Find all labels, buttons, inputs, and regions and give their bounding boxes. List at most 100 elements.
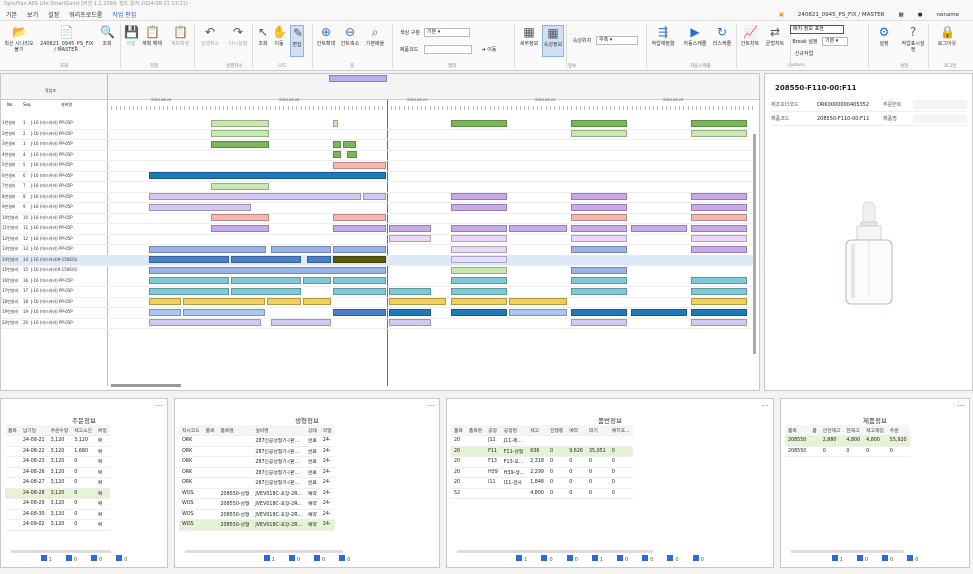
batch-info-button[interactable]: 배치 정보 표현 xyxy=(790,25,844,34)
gantt-job-bar[interactable] xyxy=(571,235,627,242)
save-button[interactable]: 💾 저장 xyxy=(124,25,139,57)
gantt-job-bar[interactable] xyxy=(571,245,627,253)
gantt-job-bar[interactable] xyxy=(451,308,507,316)
gantt-job-bar[interactable] xyxy=(211,140,269,148)
resource-name[interactable]: J-16 (마스카라) PP-05P xyxy=(31,236,105,242)
gantt-job-bar[interactable] xyxy=(389,319,431,326)
plansave-button[interactable]: 📋 계획확정 xyxy=(168,25,192,57)
gantt-v-scrollbar[interactable] xyxy=(753,134,756,354)
gantt-job-bar[interactable] xyxy=(329,75,387,82)
attr-position-select[interactable]: 우측 ▾ xyxy=(596,36,638,45)
gantt-job-bar[interactable] xyxy=(333,277,386,284)
resource-name[interactable]: J-16 (마스카라) PP-05P xyxy=(31,162,105,168)
pager-count[interactable]: 0 xyxy=(566,555,578,563)
column-header[interactable]: 상태 xyxy=(304,425,320,436)
worksel-button[interactable]: ▦ 세부정보 xyxy=(518,25,540,57)
gantt-job-bar[interactable] xyxy=(343,140,356,148)
resource-name[interactable]: J-16 (마스카라) PP-05P xyxy=(31,152,105,158)
go-button[interactable]: ➜ 이동 xyxy=(474,46,504,53)
panel-menu-icon[interactable]: ⋯ xyxy=(957,401,965,410)
column-header[interactable]: 예치포... xyxy=(608,425,633,436)
panel-h-scrollbar[interactable] xyxy=(791,550,904,553)
resource-name[interactable]: J-16 (마스카라) PP-05P xyxy=(31,278,105,284)
table-row[interactable]: 24-08-29 3,120 0 확 xyxy=(5,498,110,510)
gantt-job-bar[interactable] xyxy=(149,193,361,200)
panel-h-scrollbar[interactable] xyxy=(11,550,111,553)
pager-count[interactable]: 0 xyxy=(339,555,350,563)
gantt-job-bar[interactable] xyxy=(691,214,747,221)
gantt-job-bar[interactable] xyxy=(149,172,386,179)
table-row[interactable]: 20 I11 I11-검사 1,848 0 0 0 0 xyxy=(451,477,633,489)
resource-name[interactable]: J-16 (마스카라) PP-05P xyxy=(31,299,105,305)
gantt-job-bar[interactable] xyxy=(509,298,567,305)
gantt-h-scrollbar[interactable] xyxy=(111,384,181,387)
resource-name[interactable]: J-16 (마스카라) PP-05P xyxy=(31,309,105,315)
gantt-job-bar[interactable] xyxy=(211,130,269,137)
resource-name[interactable]: J-16 (마스카라) PP-05P xyxy=(31,173,105,179)
gantt-job-bar[interactable] xyxy=(149,298,181,305)
gantt-job-bar[interactable] xyxy=(363,193,386,200)
gantt-job-bar[interactable] xyxy=(509,308,567,316)
reseq-button[interactable]: ⇶ 작업재정렬 xyxy=(650,25,676,57)
gantt-job-bar[interactable] xyxy=(389,298,446,305)
column-header[interactable]: 품목 xyxy=(202,425,218,436)
pager-count[interactable]: 0 xyxy=(882,555,893,563)
gantt-job-bar[interactable] xyxy=(333,224,386,232)
column-header[interactable]: 지시코드 xyxy=(179,425,203,436)
column-header[interactable]: 진행중 xyxy=(546,425,567,436)
gantt-job-bar[interactable] xyxy=(631,308,687,316)
column-header[interactable]: 품목 xyxy=(451,425,466,436)
gantt-job-bar[interactable] xyxy=(451,193,507,200)
resource-name[interactable]: J-16 (마스카라)9-1506(S) xyxy=(31,257,105,263)
gantt-job-bar[interactable] xyxy=(691,319,747,326)
resource-name[interactable]: J-16 (마스카라) PP-05P xyxy=(31,246,105,252)
gantt-job-bar[interactable] xyxy=(631,224,687,232)
gantt-job-bar[interactable] xyxy=(183,308,265,316)
gantt-job-bar[interactable] xyxy=(691,245,747,253)
menu-view[interactable]: 보기 xyxy=(27,10,38,19)
column-header[interactable]: 품 xyxy=(809,425,820,436)
column-header[interactable]: 품목 xyxy=(5,425,20,436)
balance-button[interactable]: ⇄ 균형차트 xyxy=(764,25,786,57)
pager-count[interactable]: 1 xyxy=(591,555,603,563)
gantt-job-bar[interactable] xyxy=(333,287,386,295)
pager-count[interactable]: 0 xyxy=(541,555,553,563)
column-header[interactable]: 품목명 xyxy=(217,425,253,436)
undo-button[interactable]: ↶ 실행취소 xyxy=(198,25,222,57)
pager-count[interactable]: 1 xyxy=(263,555,275,563)
gantt-job-bar[interactable] xyxy=(451,203,507,211)
help-button[interactable]: ? 작업표시설정 xyxy=(900,25,926,57)
gantt-job-bar[interactable] xyxy=(389,287,431,295)
gantt-job-bar[interactable] xyxy=(149,308,181,316)
break-select[interactable]: 기본 ▾ xyxy=(822,37,848,46)
gantt-job-bar[interactable] xyxy=(333,140,341,148)
menu-job-edit[interactable]: 작업 편집 xyxy=(112,10,136,19)
gantt-job-bar[interactable] xyxy=(211,182,269,190)
table-row[interactable]: ORK 287인공성형기-(판... 완료 24- xyxy=(179,435,335,447)
gantt-job-bar[interactable] xyxy=(571,214,627,221)
gantt-job-bar[interactable] xyxy=(571,193,627,200)
column-header[interactable]: 재고소진 xyxy=(71,425,95,436)
gantt-job-bar[interactable] xyxy=(571,319,627,326)
resource-name[interactable]: J-16 (마스카라) PP-05P xyxy=(31,320,105,326)
gantt-job-bar[interactable] xyxy=(691,277,747,284)
table-row[interactable]: 24-09-02 3,120 0 확 xyxy=(5,519,110,531)
gantt-job-bar[interactable] xyxy=(149,245,266,253)
pager-count[interactable]: 0 xyxy=(617,555,628,563)
gantt-job-bar[interactable] xyxy=(571,277,627,284)
gantt-job-bar[interactable] xyxy=(333,256,386,263)
column-header[interactable]: 품목 xyxy=(785,425,810,436)
pager-count[interactable]: 0 xyxy=(314,555,325,563)
column-header[interactable]: 안전재고 xyxy=(819,425,844,436)
gantt-job-bar[interactable] xyxy=(149,256,229,263)
panel-h-scrollbar[interactable] xyxy=(457,550,653,553)
pager-count[interactable]: 1 xyxy=(831,555,843,563)
resource-name[interactable]: J-16 (마스카라) PP-05P xyxy=(31,225,105,231)
column-header[interactable]: 재고 xyxy=(527,425,547,436)
attrsel-button[interactable]: ▦ 속성정보 xyxy=(542,25,564,57)
pager-count[interactable]: 0 xyxy=(642,555,653,563)
column-header[interactable]: 작업 xyxy=(319,425,335,436)
table-row[interactable]: 208550 2,880 4,800 4,800 55,920 xyxy=(785,435,910,447)
gantt-job-bar[interactable] xyxy=(271,319,331,326)
zoomdef-button[interactable]: ⌕ 기본배율 xyxy=(364,25,386,57)
